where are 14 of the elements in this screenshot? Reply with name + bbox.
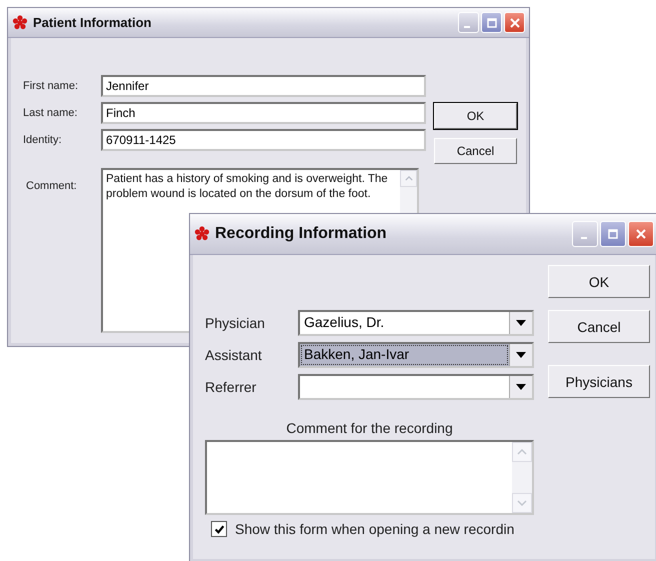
dropdown-value: Bakken, Jan-Ivar — [300, 344, 509, 366]
window-title: Patient Information — [33, 15, 152, 30]
dropdown-value: Gazelius, Dr. — [303, 313, 386, 332]
field-label: Identity: — [23, 134, 63, 146]
field-label: Assistant — [205, 347, 263, 363]
window-title: Recording Information — [215, 225, 388, 243]
field-label: Physician — [205, 315, 266, 331]
comment-label: Comment for the recording — [285, 420, 454, 436]
field-label: First name: — [23, 80, 80, 92]
field-label: Comment: — [25, 179, 78, 194]
field-label: Referrer — [205, 379, 258, 395]
comment-text: Patient has a history of smoking and is overweight. The problem wound is located on the dorsum of the foot. — [106, 172, 389, 202]
checkbox-label: Show this form when opening a new recordin — [235, 521, 514, 537]
field-label: Last name: — [23, 107, 78, 119]
